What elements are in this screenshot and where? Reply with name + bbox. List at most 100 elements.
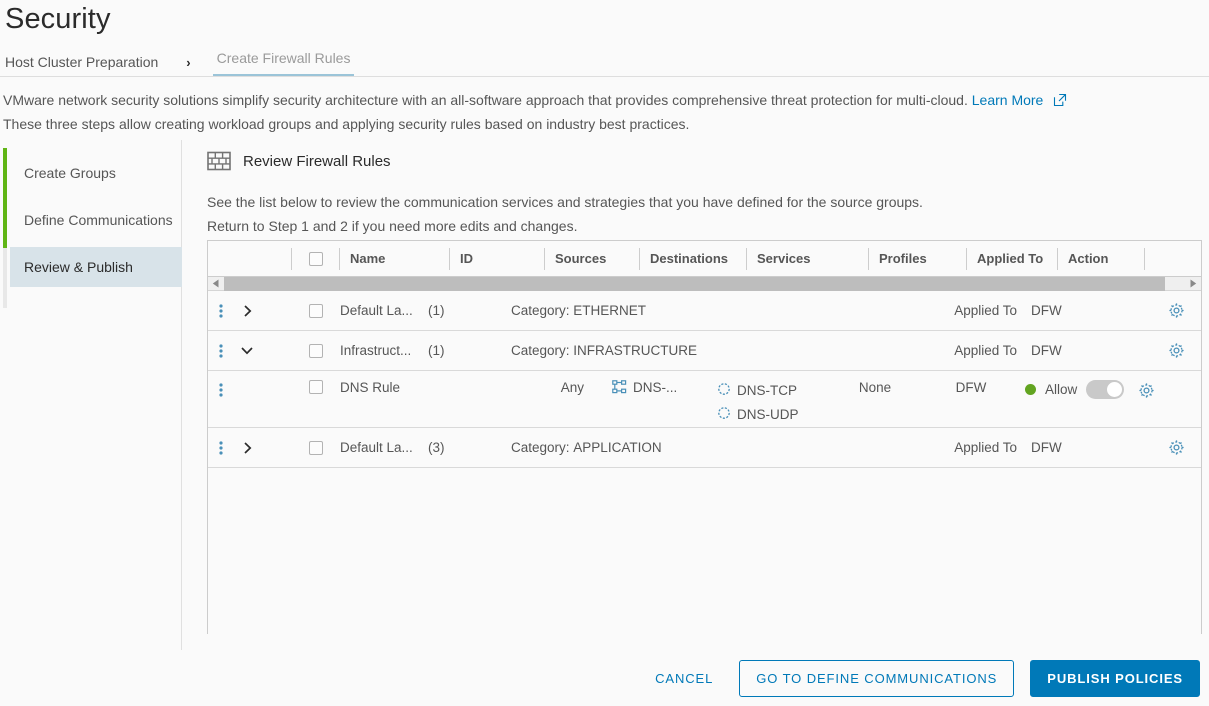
row-indent xyxy=(260,291,292,330)
row-indent xyxy=(234,371,260,427)
publish-policies-button[interactable]: PUBLISH POLICIES xyxy=(1030,659,1200,697)
intro-text: VMware network security solutions simpli… xyxy=(3,88,1193,136)
breadcrumb-item-create-firewall-rules[interactable]: Create Firewall Rules xyxy=(212,48,355,77)
panel-header: Review Firewall Rules xyxy=(207,146,1209,176)
table-header-services[interactable]: Services xyxy=(747,247,869,270)
table-header-action[interactable]: Action xyxy=(1058,247,1145,270)
kebab-menu-icon[interactable] xyxy=(208,371,234,427)
row-checkbox[interactable] xyxy=(309,343,323,358)
row-applied-to-label: Applied To xyxy=(954,303,1017,318)
row-applied-to-value: DFW xyxy=(1031,303,1062,318)
wizard-step-create-groups[interactable]: Create Groups xyxy=(10,153,182,193)
row-applied-to-value: DFW xyxy=(1031,440,1062,455)
row-checkbox[interactable] xyxy=(309,303,323,318)
action-status: Allow xyxy=(1025,380,1125,399)
scrollbar-track[interactable] xyxy=(224,276,1185,291)
gear-icon[interactable] xyxy=(1151,428,1201,467)
row-applied-to: DFW xyxy=(955,380,987,395)
breadcrumb-item-host-cluster-preparation[interactable]: Host Cluster Preparation xyxy=(5,52,164,72)
wizard-step-label: Define Communications xyxy=(24,212,173,228)
row-checkbox[interactable] xyxy=(309,380,323,394)
chevron-down-icon[interactable] xyxy=(234,331,260,370)
row-category-label: Category: xyxy=(511,440,570,455)
panel-description-line-1: See the list below to review the communi… xyxy=(207,194,923,210)
row-destination-label: DNS-... xyxy=(633,380,678,395)
row-action: Allow xyxy=(1019,371,1129,427)
wizard-step-define-communications[interactable]: Define Communications xyxy=(10,200,182,240)
learn-more-link[interactable]: Learn More xyxy=(972,92,1044,108)
triangle-left-icon[interactable] xyxy=(208,277,224,291)
row-id: (1) xyxy=(428,343,445,358)
external-link-icon[interactable] xyxy=(1053,90,1067,107)
wizard-footer: CANCEL GO TO DEFINE COMMUNICATIONS PUBLI… xyxy=(0,650,1209,706)
cancel-button[interactable]: CANCEL xyxy=(645,665,723,692)
service-item: DNS-TCP xyxy=(717,378,797,402)
rule-enable-toggle[interactable] xyxy=(1086,380,1125,399)
triangle-right-icon[interactable] xyxy=(1185,277,1201,291)
row-checkbox[interactable] xyxy=(309,440,323,455)
row-profiles: None xyxy=(858,380,892,395)
intro-line-1: VMware network security solutions simpli… xyxy=(3,92,968,108)
row-category-label: Category: xyxy=(511,303,570,318)
table-header-select-all xyxy=(292,247,340,270)
service-label: DNS-TCP xyxy=(737,382,797,398)
gear-icon[interactable] xyxy=(1151,331,1201,370)
gear-icon[interactable] xyxy=(1129,371,1163,427)
chevron-right-icon[interactable] xyxy=(234,291,260,330)
go-to-define-communications-button[interactable]: GO TO DEFINE COMMUNICATIONS xyxy=(739,659,1015,697)
gear-icon[interactable] xyxy=(1151,291,1201,330)
row-applied-to-value: DFW xyxy=(1031,343,1062,358)
wizard-step-label: Create Groups xyxy=(24,165,116,181)
row-sources: Any xyxy=(560,380,584,395)
row-category-label: Category: xyxy=(511,343,570,358)
row-destinations: DNS-... xyxy=(598,371,705,427)
table-row[interactable]: Infrastruct... (1) Category: INFRASTRUCT… xyxy=(208,331,1201,371)
chevron-right-icon[interactable] xyxy=(234,428,260,467)
firewall-rules-table: Name ID Sources Destinations Services Pr… xyxy=(207,240,1202,638)
row-category: Category: ETHERNET xyxy=(503,291,646,330)
table-header-name[interactable]: Name xyxy=(340,247,450,270)
breadcrumb-separator-icon: › xyxy=(186,54,191,70)
action-label: Allow xyxy=(1045,382,1078,397)
table-header-profiles[interactable]: Profiles xyxy=(869,247,967,270)
table-row[interactable]: Default La... (3) Category: APPLICATION … xyxy=(208,428,1201,468)
wizard-steps-sidebar: Create Groups Define Communications Revi… xyxy=(0,140,182,650)
row-indent xyxy=(260,371,292,427)
table-header-destinations[interactable]: Destinations xyxy=(640,247,747,270)
service-label: DNS-UDP xyxy=(737,406,799,422)
row-category-value: APPLICATION xyxy=(573,440,662,455)
table-header-trailing xyxy=(1145,248,1200,270)
row-applied-to-label: Applied To xyxy=(954,440,1017,455)
page-title: Security xyxy=(5,3,111,35)
firewall-brick-icon xyxy=(207,150,231,172)
row-name: Default La... xyxy=(340,440,413,455)
service-item: DNS-UDP xyxy=(717,402,799,426)
toggle-knob xyxy=(1107,382,1123,397)
table-header-id[interactable]: ID xyxy=(450,247,545,270)
row-name: Infrastruct... xyxy=(340,343,412,358)
panel-description: See the list below to review the communi… xyxy=(207,190,1209,238)
wizard-body: Create Groups Define Communications Revi… xyxy=(0,140,1209,650)
select-all-checkbox[interactable] xyxy=(308,251,323,266)
table-horizontal-scrollbar[interactable] xyxy=(208,276,1201,291)
table-row[interactable]: Default La... (1) Category: ETHERNET App… xyxy=(208,291,1201,331)
step-progress-accent xyxy=(3,148,7,248)
review-panel: Review Firewall Rules See the list below… xyxy=(207,140,1209,650)
kebab-menu-icon[interactable] xyxy=(208,428,234,467)
status-dot-icon xyxy=(1025,384,1036,395)
table-header-sources[interactable]: Sources xyxy=(545,247,640,270)
kebab-menu-icon[interactable] xyxy=(208,291,234,330)
table-row[interactable]: DNS Rule Any DNS-... DNS-TCP DNS-UDP Non… xyxy=(208,371,1201,428)
row-id xyxy=(428,371,503,427)
step-progress-track xyxy=(3,248,7,308)
intro-line-2: These three steps allow creating workloa… xyxy=(3,116,690,132)
row-applied-to-label: Applied To xyxy=(954,343,1017,358)
security-wizard-page: Security Host Cluster Preparation › Crea… xyxy=(0,0,1209,706)
wizard-step-review-publish[interactable]: Review & Publish xyxy=(10,247,182,287)
table-header-applied-to[interactable]: Applied To xyxy=(967,247,1058,270)
row-name: DNS Rule xyxy=(340,380,401,395)
panel-title: Review Firewall Rules xyxy=(243,152,391,170)
table-body: Default La... (1) Category: ETHERNET App… xyxy=(208,291,1201,638)
kebab-menu-icon[interactable] xyxy=(208,331,234,370)
scrollbar-thumb[interactable] xyxy=(224,276,1165,291)
